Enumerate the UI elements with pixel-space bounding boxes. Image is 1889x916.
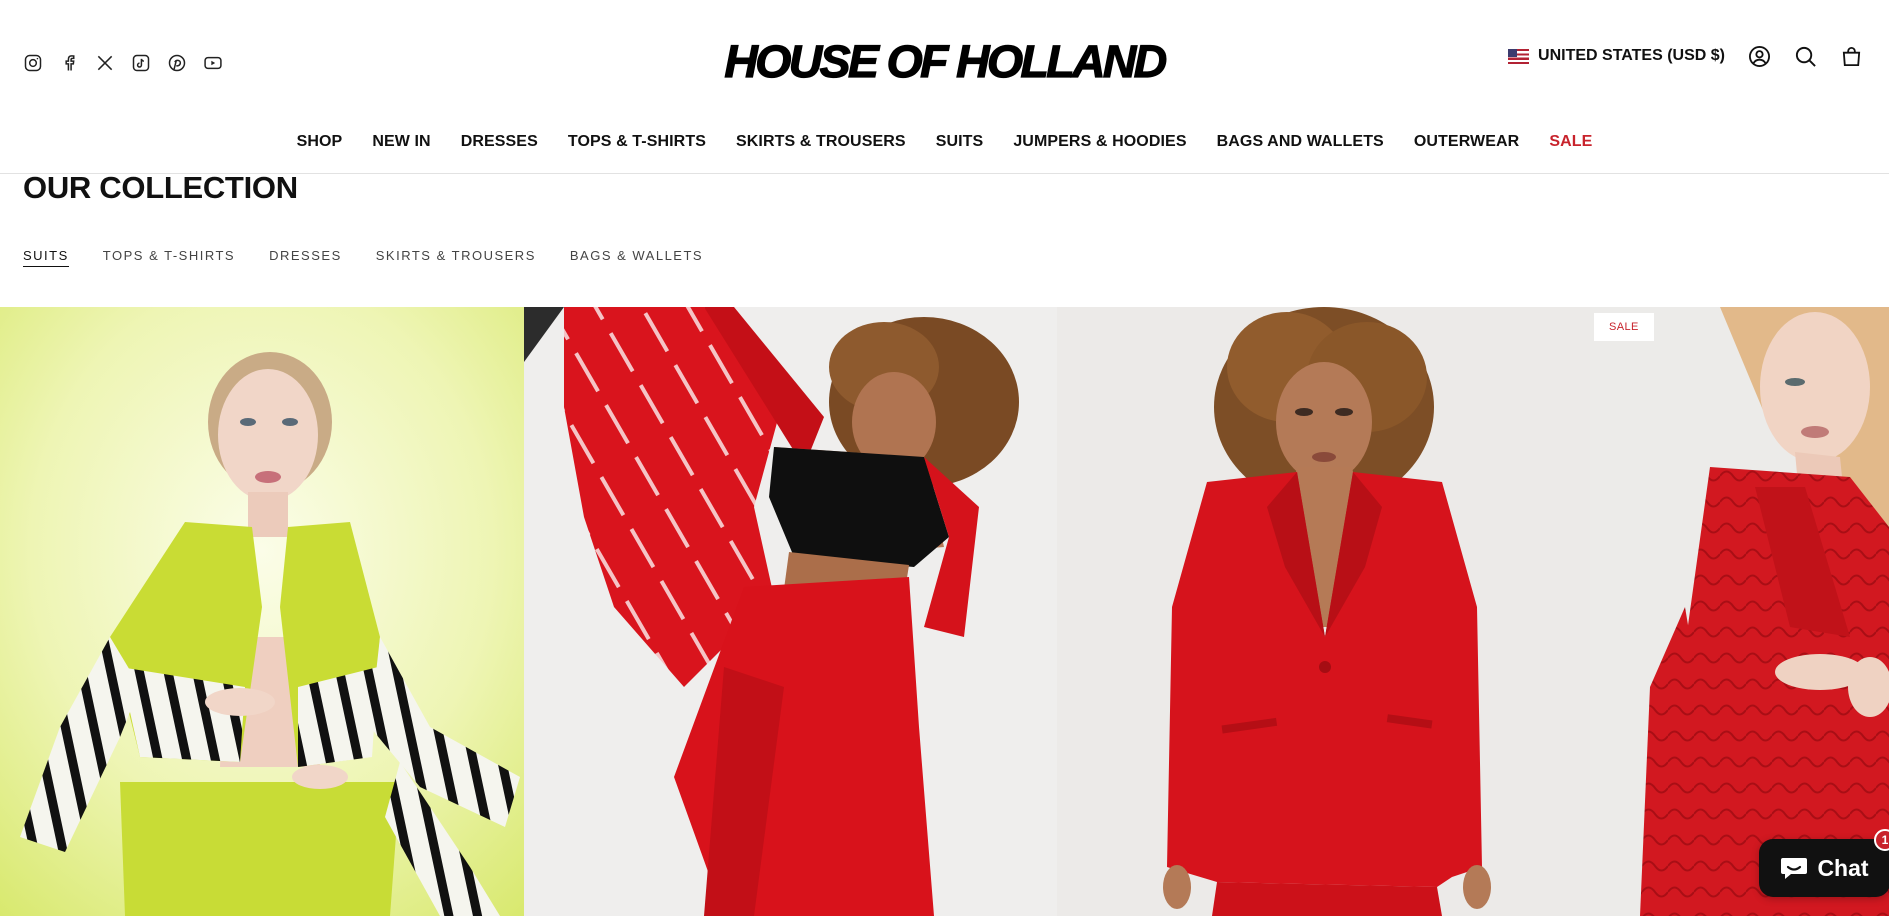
tab-dresses[interactable]: DRESSES [269,248,342,267]
tab-skirts-trousers[interactable]: SKIRTS & TROUSERS [376,248,536,267]
us-flag-icon [1508,48,1530,64]
tab-suits[interactable]: SUITS [23,248,69,267]
nav-item-new-in[interactable]: NEW IN [372,133,430,151]
youtube-icon[interactable] [202,52,224,74]
nav-item-dresses[interactable]: DRESSES [461,133,538,151]
logo-text[interactable]: HOUSE OF HOLLAND [724,35,1168,87]
country-label: UNITED STATES (USD $) [1538,47,1725,64]
search-icon[interactable] [1793,44,1817,68]
product-image-red-blazer-suit [1057,307,1590,916]
account-icon[interactable] [1747,44,1771,68]
chat-label: Chat [1817,854,1869,881]
nav-item-sale[interactable]: SALE [1549,133,1592,151]
product-card[interactable] [524,307,1057,916]
pinterest-icon[interactable] [166,52,188,74]
x-icon[interactable] [94,52,116,74]
product-card[interactable] [0,307,524,916]
product-card[interactable] [1057,307,1590,916]
nav-item-tops[interactable]: TOPS & T-SHIRTS [568,133,706,151]
product-card[interactable]: SALE [1590,307,1889,916]
product-image-red-trouser-suit [524,307,1057,916]
main-navigation: SHOP NEW IN DRESSES TOPS & T-SHIRTS SKIR… [0,133,1889,151]
country-selector[interactable]: UNITED STATES (USD $) [1508,47,1725,65]
chat-button[interactable]: Chat 1 [1759,829,1889,897]
nav-item-suits[interactable]: SUITS [936,133,984,151]
cart-icon[interactable] [1839,44,1863,68]
product-grid: SALE [0,307,1889,916]
nav-item-shop[interactable]: SHOP [297,133,343,151]
product-image-red-quilted-blazer [1590,307,1889,916]
nav-item-jumpers-hoodies[interactable]: JUMPERS & HOODIES [1013,133,1186,151]
tab-bags-wallets[interactable]: BAGS & WALLETS [570,248,703,267]
product-image-lime-suit [0,307,524,916]
collection-tabs: SUITS TOPS & T-SHIRTS DRESSES SKIRTS & T… [23,248,703,267]
sale-badge: SALE [1594,313,1654,341]
tab-tops-t-shirts[interactable]: TOPS & T-SHIRTS [103,248,235,267]
nav-item-skirts-trousers[interactable]: SKIRTS & TROUSERS [736,133,906,151]
instagram-icon[interactable] [22,52,44,74]
social-links [22,52,224,74]
utility-bar: UNITED STATES (USD $) [1508,44,1863,68]
site-header: HOUSE OF HOLLAND UNITED STATES (USD $) S… [0,0,1889,174]
tiktok-icon[interactable] [130,52,152,74]
nav-item-bags-wallets[interactable]: BAGS AND WALLETS [1217,133,1384,151]
nav-item-outerwear[interactable]: OUTERWEAR [1414,133,1520,151]
collection-title: OUR COLLECTION [23,170,298,205]
facebook-icon[interactable] [58,52,80,74]
chat-notification-badge: 1 [1874,829,1889,851]
chat-bubble-icon [1781,858,1808,879]
